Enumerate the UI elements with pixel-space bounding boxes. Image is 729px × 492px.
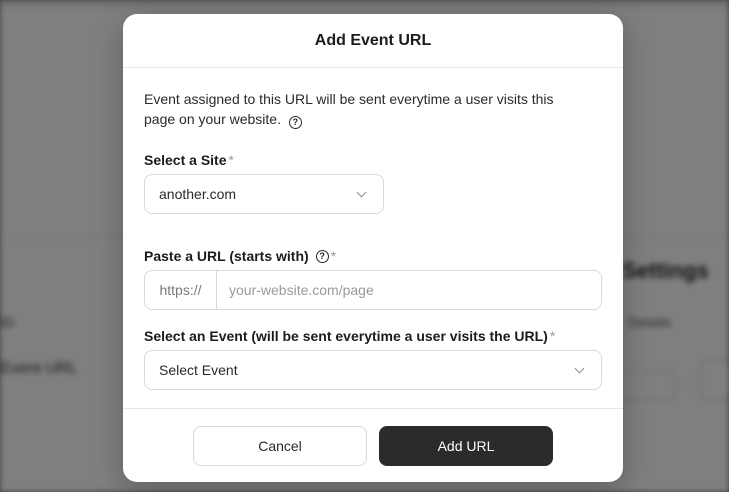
- site-label-text: Select a Site: [144, 152, 227, 168]
- question-circle-icon[interactable]: ?: [288, 116, 302, 129]
- dialog-footer: Cancel Add URL: [123, 408, 623, 482]
- required-mark: *: [549, 328, 556, 344]
- site-select[interactable]: another.com: [144, 174, 384, 214]
- url-input-group: https://: [144, 270, 602, 310]
- url-input[interactable]: [217, 271, 601, 309]
- required-mark: *: [330, 248, 337, 264]
- chevron-down-icon: [574, 363, 585, 373]
- site-select-label: Select a Site *: [144, 152, 602, 168]
- dialog-title: Add Event URL: [314, 31, 432, 49]
- event-label-text: Select an Event (will be sent everytime …: [144, 328, 548, 344]
- event-select-label: Select an Event (will be sent everytime …: [144, 328, 602, 344]
- dialog-body: Event assigned to this URL will be sent …: [123, 68, 623, 390]
- description-text: Event assigned to this URL will be sent …: [144, 91, 554, 127]
- url-prefix: https://: [145, 271, 217, 309]
- dialog-header: Add Event URL: [123, 14, 623, 68]
- url-label-text: Paste a URL (starts with): [144, 248, 309, 264]
- required-mark: *: [228, 152, 234, 168]
- site-select-value: another.com: [159, 186, 237, 202]
- add-url-button[interactable]: Add URL: [379, 425, 553, 466]
- event-select[interactable]: Select Event: [144, 350, 602, 390]
- url-input-label: Paste a URL (starts with) ? *: [144, 248, 602, 264]
- dialog-description: Event assigned to this URL will be sent …: [144, 89, 584, 129]
- add-event-url-dialog: Add Event URL Event assigned to this URL…: [123, 14, 623, 482]
- event-select-value: Select Event: [159, 362, 238, 378]
- cancel-button[interactable]: Cancel: [193, 425, 367, 466]
- chevron-down-icon: [356, 187, 367, 197]
- question-circle-icon[interactable]: ?: [315, 249, 329, 263]
